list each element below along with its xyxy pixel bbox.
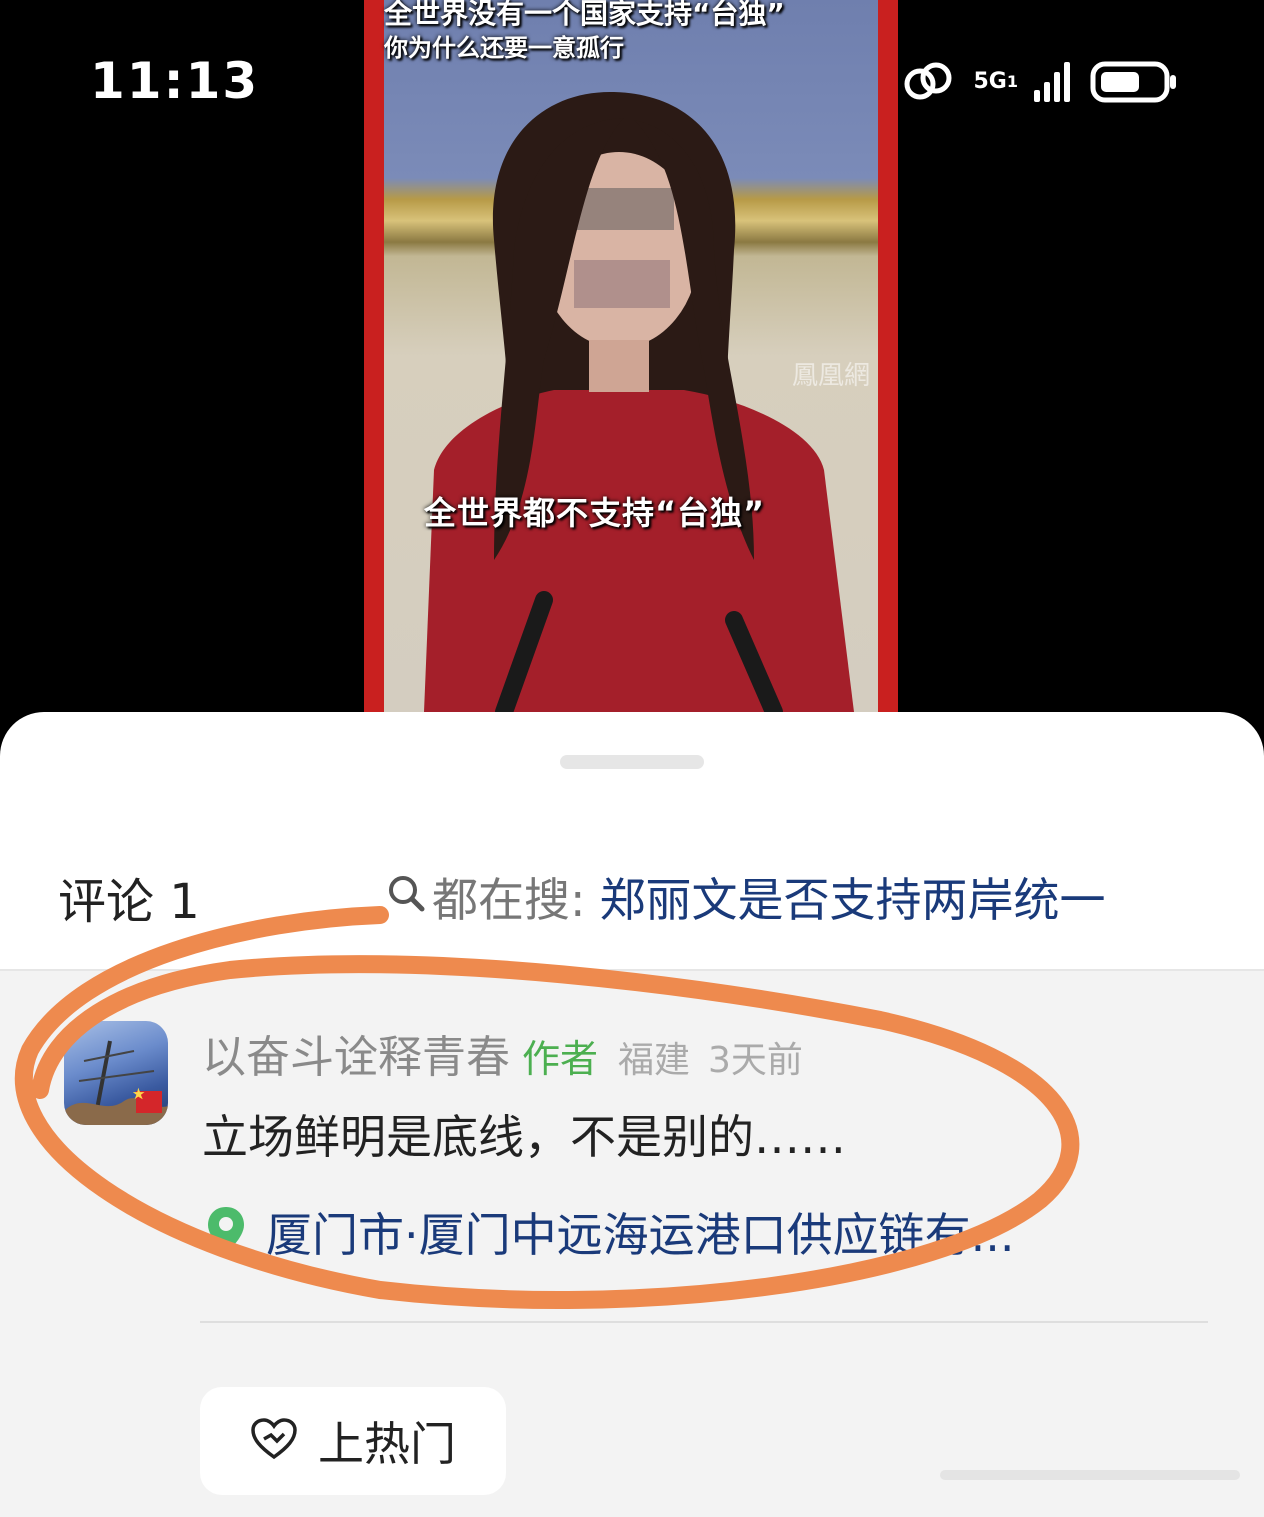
video-caption-middle: 全世界都不支持“台独” [424,494,766,532]
signal-icon [1032,60,1076,104]
author-badge: 作者 [522,1037,599,1081]
divider [200,1321,1208,1323]
comment-text[interactable]: 立场鲜明是底线，不是别的…… [202,1101,846,1167]
trending-search-link[interactable]: 都在搜: 郑丽文是否支持两岸统一 [386,864,1106,930]
search-icon [386,870,426,924]
battery-icon [1090,60,1178,104]
video-caption-top-line2: 你为什么还要一意孤行 [384,34,624,62]
promote-hot-button[interactable]: 上热门 [200,1387,506,1495]
gesture-nav-bar [940,1470,1240,1480]
promote-hot-label: 上热门 [318,1417,456,1471]
comment-meta: 以奋斗诠释青春 作者 福建 3天前 [202,1021,803,1085]
status-time: 11:13 [90,52,260,110]
sheet-drag-handle[interactable] [560,755,704,769]
comment-time: 3天前 [708,1040,803,1081]
comments-count-title: 评论 1 [58,874,200,930]
comment-location-link[interactable]: 厦门市·厦门中远海运港口供应链有... [206,1199,1015,1265]
search-prefix: 都在搜: [432,873,586,927]
hotspot-link-icon [899,59,959,105]
heart-boost-icon [250,1417,298,1465]
search-query: 郑丽文是否支持两岸统一 [599,873,1106,927]
comment-region: 福建 [618,1040,691,1081]
avatar[interactable] [64,1021,168,1125]
video-player[interactable]: 全世界没有一个国家支持“台独” 你为什么还要一意孤行 全世界都不支持“台独” 鳳… [364,0,898,712]
location-pin-icon [206,1205,246,1259]
location-text: 厦门市·厦门中远海运港口供应链有... [266,1208,1015,1262]
comment-list: 以奋斗诠释青春 作者 福建 3天前 立场鲜明是底线，不是别的…… 厦门市·厦门中… [0,969,1264,1517]
comments-sheet: 评论 1 都在搜: 郑丽文是否支持两岸统一 以奋斗诠释青春 作者 福建 3天前 … [0,712,1264,1517]
comments-header: 评论 1 都在搜: 郑丽文是否支持两岸统一 [0,842,1264,937]
network-label: 5G 1 [973,69,1018,94]
video-watermark: 鳳凰網 [791,361,870,391]
comment-author[interactable]: 以奋斗诠释青春 [202,1021,510,1085]
